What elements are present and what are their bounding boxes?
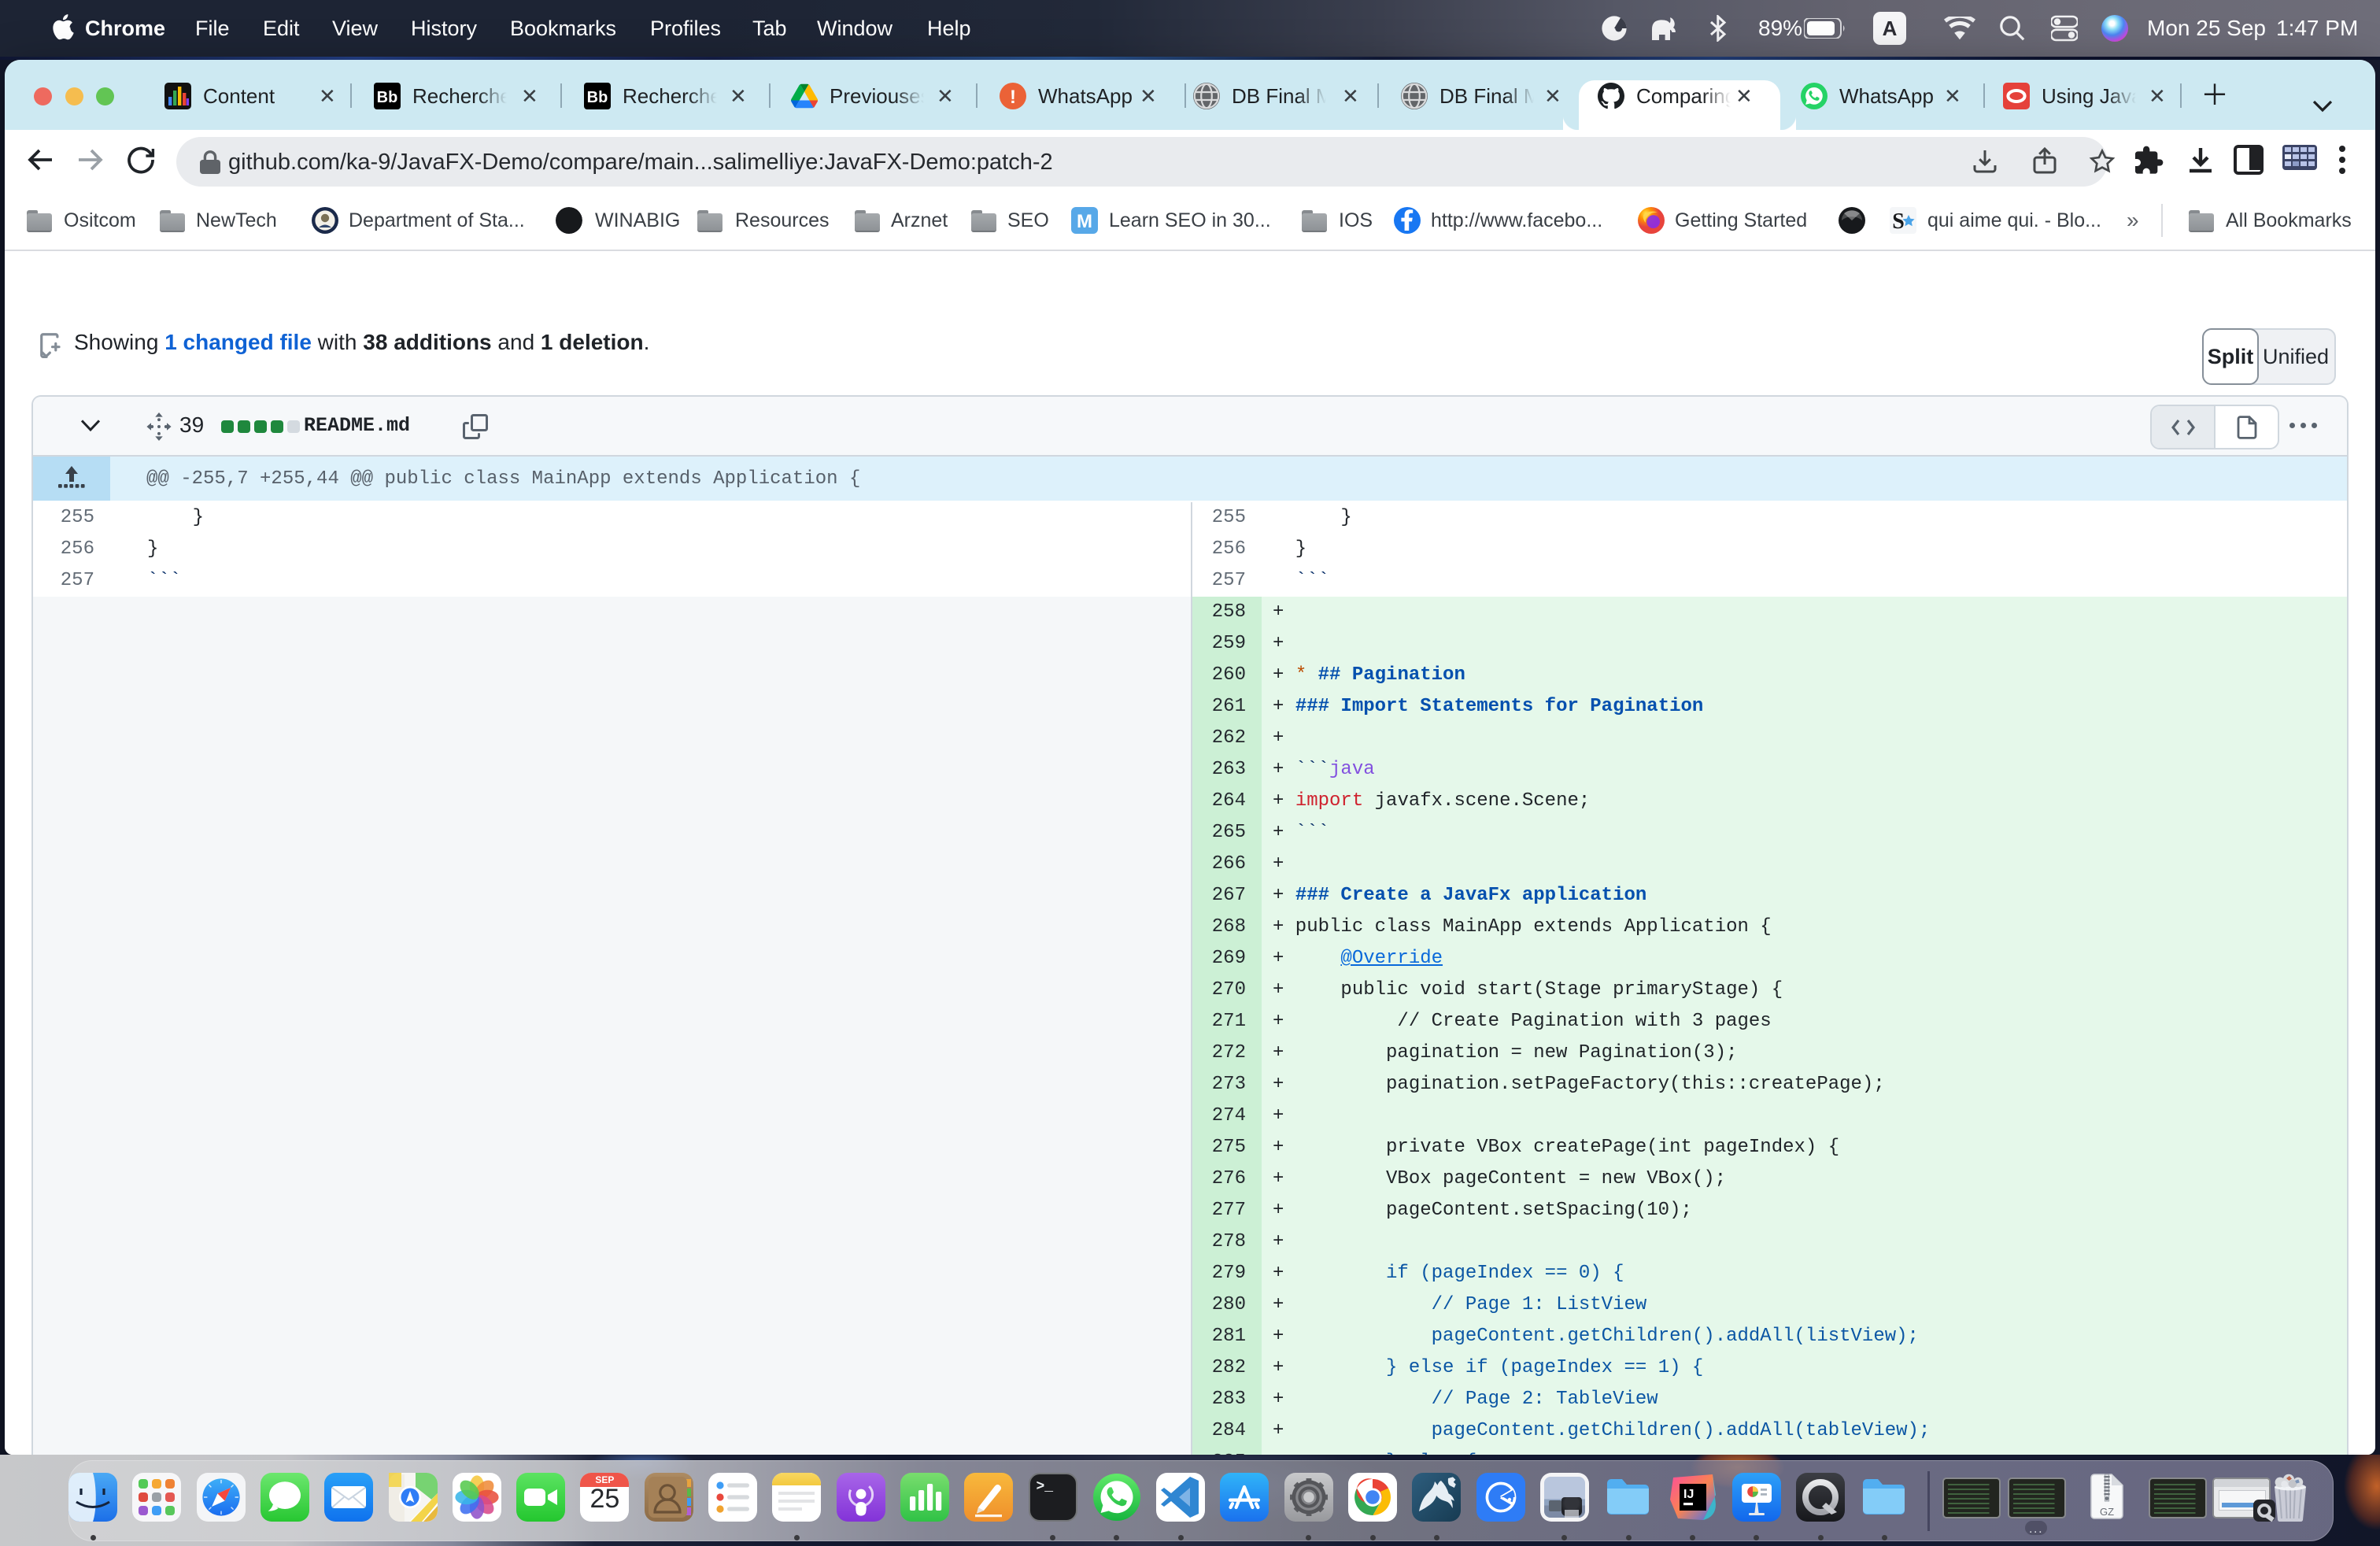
svg-text:Bb: Bb bbox=[377, 89, 398, 106]
svg-text:Bb: Bb bbox=[587, 89, 608, 106]
svg-text:S: S bbox=[1892, 209, 1905, 234]
svg-text:GZ: GZ bbox=[2100, 1506, 2114, 1518]
svg-text:IJ: IJ bbox=[1683, 1488, 1694, 1501]
svg-text:!: ! bbox=[1010, 87, 1016, 108]
svg-text:M: M bbox=[1077, 211, 1092, 232]
